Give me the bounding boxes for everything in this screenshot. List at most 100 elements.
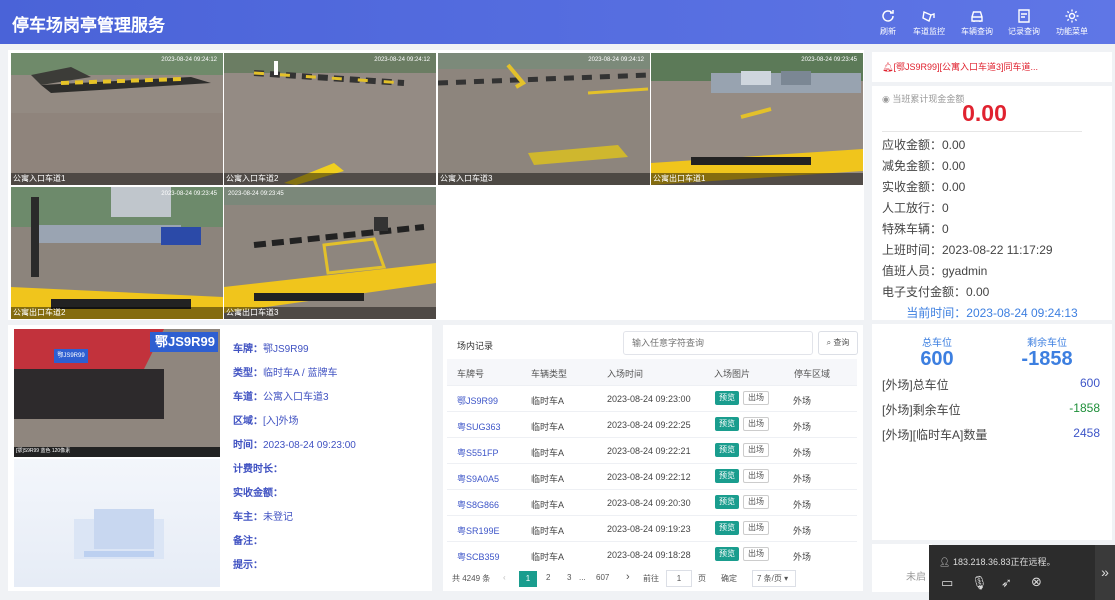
- camera-view[interactable]: 2023-08-24 09:24:12 公寓入口车道3: [438, 53, 650, 185]
- row-plate[interactable]: 粤S8G866: [457, 498, 499, 511]
- row-plate[interactable]: 粤SR199E: [457, 524, 500, 537]
- parking-spaces-panel: 总车位 600 剩余车位 -1858 [外场]总车位 600 [外场]剩余车位 …: [872, 324, 1112, 540]
- refresh-button[interactable]: 刷新: [868, 8, 908, 37]
- row-plate[interactable]: 鄂JS9R99: [457, 394, 498, 407]
- camera-view[interactable]: 2023-08-24 09:23:45 公寓出口车道2: [11, 187, 223, 319]
- chevron-down-icon: ▾: [781, 574, 789, 583]
- chat-icon[interactable]: ▭: [941, 575, 953, 591]
- table-row[interactable]: 粤S8G866 临时车A 2023-08-24 09:20:30 预览 出场 外…: [447, 489, 857, 515]
- camera-label: 公寓入口车道1: [11, 173, 223, 185]
- stats-manual-release: 人工放行：0: [882, 201, 949, 215]
- table-row[interactable]: 粤SCB359 临时车A 2023-08-24 09:18:28 预览 出场 外…: [447, 541, 857, 567]
- exit-button[interactable]: 出场: [743, 391, 769, 405]
- snapshot-caption: [鄂]S9R99 蓝色 120像素: [16, 448, 71, 454]
- record-icon: [1018, 9, 1030, 23]
- search-button-label: 查询: [833, 338, 850, 347]
- stop-icon[interactable]: ⊗: [1031, 574, 1042, 590]
- record-query-label: 记录查询: [1008, 27, 1040, 36]
- function-menu-button[interactable]: 功能菜单: [1052, 8, 1092, 37]
- placeholder-image: [14, 459, 220, 587]
- outer-total-value: 600: [1079, 376, 1100, 390]
- prev-page-icon[interactable]: ‹: [503, 573, 506, 582]
- outer-temp-value: 2458: [1073, 426, 1100, 440]
- vehicle-query-button[interactable]: 车辆查询: [957, 8, 997, 37]
- row-plate[interactable]: 粤S551FP: [457, 446, 499, 459]
- page-2[interactable]: 2: [546, 573, 550, 582]
- camera-timestamp: 2023-08-24 09:23:45: [228, 191, 284, 197]
- detail-time-key: 时间：: [233, 440, 263, 451]
- preview-button[interactable]: 预览: [715, 391, 739, 405]
- table-row[interactable]: 粤S551FP 临时车A 2023-08-24 09:22:21 预览 出场 外…: [447, 437, 857, 463]
- row-type: 临时车A: [531, 500, 565, 510]
- shift-stats-panel: ◉ 当班累计现金金额 0.00 应收金额：0.00 减免金额：0.00 实收金额…: [872, 86, 1112, 320]
- exit-button[interactable]: 出场: [743, 547, 769, 561]
- row-plate[interactable]: 粤S9A0A5: [457, 472, 499, 485]
- expand-icon[interactable]: »: [1095, 545, 1115, 600]
- lane-monitor-label: 车道监控: [913, 27, 945, 36]
- page-3[interactable]: 3: [567, 573, 571, 582]
- preview-button[interactable]: 预览: [715, 521, 739, 535]
- table-row[interactable]: 粤SR199E 临时车A 2023-08-24 09:19:23 预览 出场 外…: [447, 515, 857, 541]
- record-query-button[interactable]: 记录查询: [1004, 8, 1044, 37]
- lane-monitor-button[interactable]: 车道监控: [909, 8, 949, 37]
- page-last[interactable]: 607: [596, 573, 609, 582]
- detail-time-value: 2023-08-24 09:23:00: [263, 440, 356, 451]
- app-title: 停车场岗亭管理服务: [12, 16, 165, 35]
- total-spaces-value: 600: [920, 348, 954, 370]
- table-row[interactable]: 粤SUG363 临时车A 2023-08-24 09:22:25 预览 出场 外…: [447, 411, 857, 437]
- preview-button[interactable]: 预览: [715, 443, 739, 457]
- camera-view[interactable]: 2023-08-24 09:23:45 公寓出口车道3: [224, 187, 436, 319]
- detail-hint-key: 提示：: [233, 560, 263, 571]
- record-search-input[interactable]: [623, 331, 813, 355]
- page-ellipsis[interactable]: ...: [579, 573, 586, 582]
- row-plate[interactable]: 粤SUG363: [457, 420, 501, 433]
- row-area: 外场: [793, 474, 812, 484]
- page-input[interactable]: 1: [666, 570, 692, 587]
- row-type: 临时车A: [531, 396, 565, 406]
- exit-button[interactable]: 出场: [743, 443, 769, 457]
- camera-label: 公寓出口车道2: [11, 307, 223, 319]
- stats-shift-start: 上班时间：2023-08-22 11:17:29: [882, 243, 1053, 257]
- lane-image: [651, 53, 863, 185]
- row-time: 2023-08-24 09:22:12: [607, 472, 691, 482]
- detail-paid-key: 实收金额：: [233, 488, 283, 499]
- page-1[interactable]: 1: [519, 571, 537, 587]
- col-entry-time: 入场时间: [607, 369, 644, 379]
- alert-banner[interactable]: 🔔︎[鄂JS9R99][公寓入口车道3]同车道...: [872, 52, 1112, 82]
- camera-view[interactable]: 2023-08-24 09:24:12 公寓入口车道1: [11, 53, 223, 185]
- row-time: 2023-08-24 09:23:00: [607, 394, 691, 404]
- exit-button[interactable]: 出场: [743, 495, 769, 509]
- preview-button[interactable]: 预览: [715, 469, 739, 483]
- next-page-icon[interactable]: ›: [626, 571, 630, 583]
- table-row[interactable]: 粤S9A0A5 临时车A 2023-08-24 09:22:12 预览 出场 外…: [447, 463, 857, 489]
- table-row[interactable]: 鄂JS9R99 临时车A 2023-08-24 09:23:00 预览 出场 外…: [447, 385, 857, 411]
- preview-button[interactable]: 预览: [715, 547, 739, 561]
- exit-button[interactable]: 出场: [743, 469, 769, 483]
- row-time: 2023-08-24 09:19:23: [607, 524, 691, 534]
- vehicle-query-label: 车辆查询: [961, 27, 993, 36]
- pointer-icon[interactable]: ➶: [1001, 575, 1012, 591]
- search-icon: ⌕: [826, 338, 832, 347]
- stats-paid: 实收金额：0.00: [882, 180, 966, 194]
- search-button[interactable]: ⌕ 查询: [818, 331, 858, 355]
- row-type: 临时车A: [531, 422, 565, 432]
- row-plate[interactable]: 粤SCB359: [457, 550, 500, 563]
- preview-button[interactable]: 预览: [715, 417, 739, 431]
- confirm-button[interactable]: 确定: [721, 573, 737, 584]
- camera-view[interactable]: 2023-08-24 09:23:45 公寓出口车道1: [651, 53, 863, 185]
- outer-remain-value: -1858: [1069, 401, 1100, 415]
- plate-overlay: 鄂JS9R99: [155, 334, 215, 349]
- col-area: 停车区域: [794, 369, 831, 379]
- preview-button[interactable]: 预览: [715, 495, 739, 509]
- mic-icon[interactable]: 🎙︎: [971, 575, 988, 591]
- detail-area-value: [入]外场: [263, 416, 299, 427]
- vehicle-snapshot[interactable]: 鄂JS9R99 鄂JS9R99 [鄂]S9R99 蓝色 120像素: [14, 329, 220, 457]
- exit-button[interactable]: 出场: [743, 521, 769, 535]
- page-size-select[interactable]: 7 条/页 ▾: [752, 570, 796, 587]
- camera-view[interactable]: 2023-08-24 09:24:12 公寓入口车道2: [224, 53, 436, 185]
- detail-lane-value: 公寓入口车道3: [263, 392, 329, 403]
- exit-button[interactable]: 出场: [743, 417, 769, 431]
- detail-note-key: 备注：: [233, 536, 263, 547]
- stats-receivable: 应收金额：0.00: [882, 138, 966, 152]
- page-size-value: 7 条/页: [757, 574, 782, 583]
